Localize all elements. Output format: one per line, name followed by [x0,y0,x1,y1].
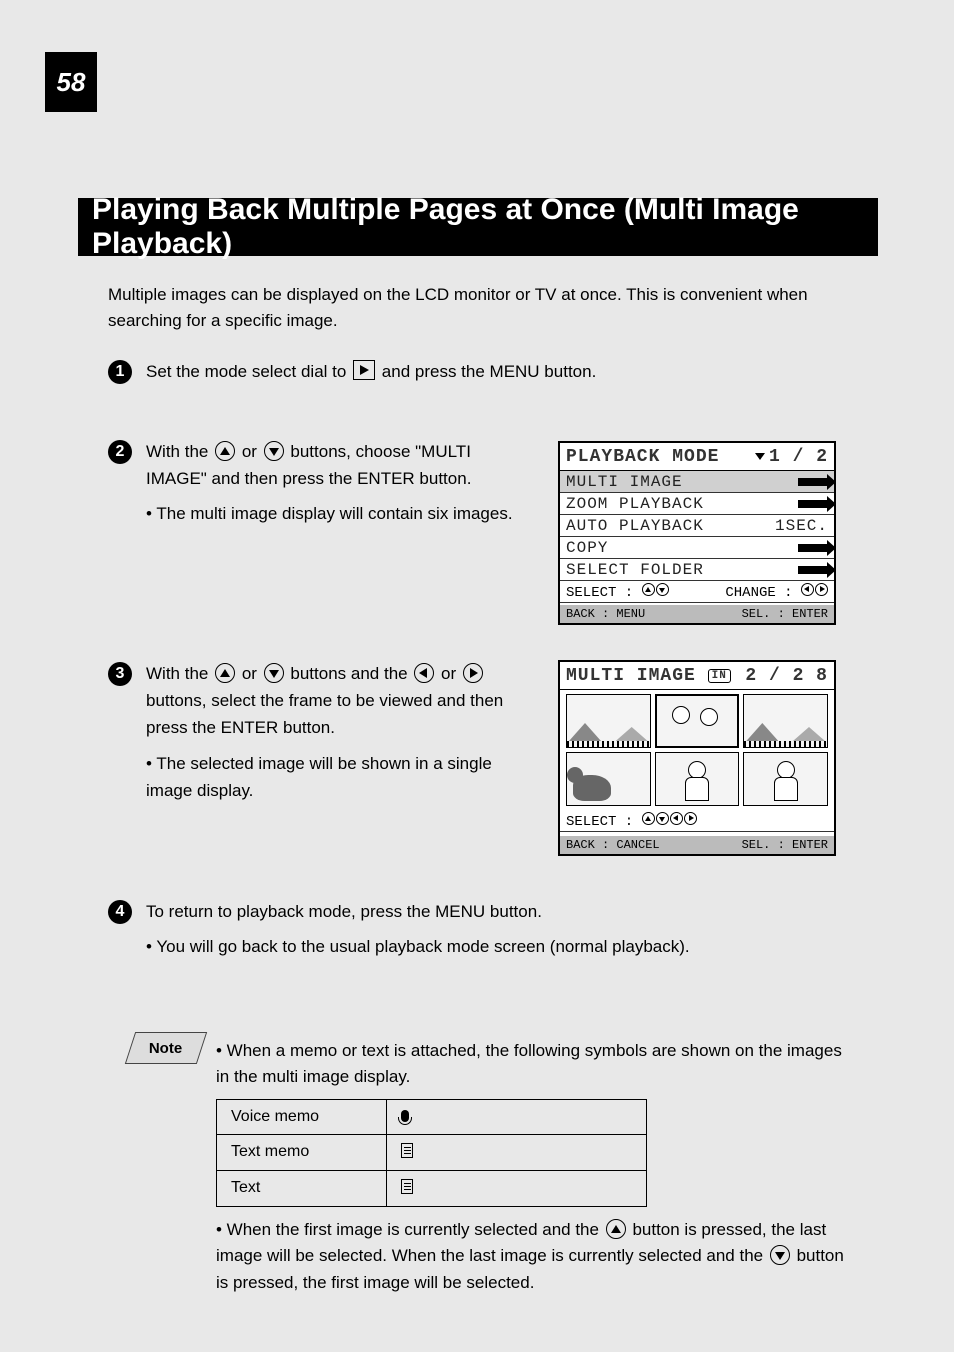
step-1-text-b: and press the MENU button. [382,362,597,381]
symbol-cell [387,1135,647,1171]
step-1-text-a: Set the mode select dial to [146,362,351,381]
symbol-cell [387,1171,647,1207]
symbol-label: Voice memo [217,1099,387,1135]
thumbnail-2-selected [655,694,740,748]
step-4-body: To return to playback mode, press the ME… [146,898,876,960]
up-arrow-icon [215,663,235,683]
table-row: Voice memo [217,1099,647,1135]
doc-icon [401,1179,413,1194]
mini-right-icon [684,812,697,825]
submenu-arrow-icon [798,478,828,486]
down-arrow-icon [264,663,284,683]
table-row: Text memo [217,1135,647,1171]
thumbnail-grid [560,690,834,810]
step-2-bullet: • The multi image display will contain s… [146,504,513,523]
lcd1-row-copy: COPY [560,537,834,559]
down-arrow-icon [264,441,284,461]
section-title-bar: Playing Back Multiple Pages at Once (Mul… [78,198,878,256]
section-title: Playing Back Multiple Pages at Once (Mul… [92,193,878,261]
mini-left-icon [801,583,814,596]
step-badge-3: 3 [108,662,132,686]
step-badge-2: 2 [108,440,132,464]
lcd1-row-select-folder: SELECT FOLDER [560,559,834,581]
down-arrow-icon [770,1245,790,1265]
page-number: 58 [45,52,97,112]
thumbnail-5 [655,752,740,806]
lcd2-header: MULTI IMAGE IN 2 / 2 8 [560,662,834,690]
lcd1-title: PLAYBACK MODE [566,447,719,467]
step-3-body: With the or buttons and the or buttons, … [146,660,536,804]
lcd1-row-multi-image: MULTI IMAGE [560,471,834,493]
lcd1-row-zoom: ZOOM PLAYBACK [560,493,834,515]
note-label: Note [149,1040,182,1057]
lcd2-title: MULTI IMAGE [566,666,696,686]
lcd1-nav: SELECT : CHANGE : [560,581,834,603]
mini-left-icon [670,812,683,825]
left-arrow-icon [414,663,434,683]
step-2-body: With the or buttons, choose "MULTI IMAGE… [146,438,536,528]
lcd1-footer: BACK : MENU SEL. : ENTER [560,605,834,623]
step-3: 3 With the or buttons and the or buttons… [108,660,536,804]
step-4: 4 To return to playback mode, press the … [108,898,876,960]
note-tail: • When the first image is currently sele… [216,1217,856,1296]
lcd2-footer: BACK : CANCEL SEL. : ENTER [560,836,834,854]
step-4-text: To return to playback mode, press the ME… [146,902,542,921]
step-3-text-c: buttons, select the frame to be viewed a… [146,691,503,737]
submenu-arrow-icon [798,566,828,574]
up-arrow-icon [606,1219,626,1239]
mini-down-icon [656,812,669,825]
memory-in-badge: IN [708,669,731,683]
step-1: 1 Set the mode select dial to and press … [108,358,876,385]
note-lead: • When a memo or text is attached, the f… [216,1038,856,1091]
note-badge: Note [125,1032,207,1064]
lcd2-nav: SELECT : [560,810,834,832]
thumbnail-4 [566,752,651,806]
lcd1-row-auto: AUTO PLAYBACK 1SEC. [560,515,834,537]
step-1-body: Set the mode select dial to and press th… [146,358,876,385]
step-badge-1: 1 [108,360,132,384]
step-2: 2 With the or buttons, choose "MULTI IMA… [108,438,536,528]
mini-down-icon [656,583,669,596]
note-body: • When a memo or text is attached, the f… [216,1038,856,1296]
thumbnail-3 [743,694,828,748]
lcd-multi-image: MULTI IMAGE IN 2 / 2 8 SELECT : [558,660,836,856]
intro-paragraph: Multiple images can be displayed on the … [108,282,848,335]
lcd1-page: 1 / 2 [755,447,828,467]
symbol-cell [387,1099,647,1135]
thumbnail-1 [566,694,651,748]
lcd2-page: 2 / 2 8 [745,666,828,686]
submenu-arrow-icon [798,500,828,508]
table-row: Text [217,1171,647,1207]
thumbnail-6 [743,752,828,806]
page-down-indicator-icon [755,453,765,460]
step-4-bullet: • You will go back to the usual playback… [146,937,690,956]
symbol-table: Voice memo Text memo Text [216,1099,647,1207]
right-arrow-icon [463,663,483,683]
step-2-text-a: With the [146,442,213,461]
playback-mode-icon [353,360,375,380]
step-3-text-a: With the [146,664,213,683]
step-3-text-b: buttons and the [290,664,412,683]
symbol-label: Text memo [217,1135,387,1171]
step-badge-4: 4 [108,900,132,924]
mini-right-icon [815,583,828,596]
mini-up-icon [642,812,655,825]
symbol-label: Text [217,1171,387,1207]
step-3-bullet: • The selected image will be shown in a … [146,754,492,800]
doc-icon [401,1143,413,1158]
submenu-arrow-icon [798,544,828,552]
lcd-playback-menu: PLAYBACK MODE 1 / 2 MULTI IMAGE ZOOM PLA… [558,441,836,625]
lcd1-header: PLAYBACK MODE 1 / 2 [560,443,834,471]
mini-up-icon [642,583,655,596]
up-arrow-icon [215,441,235,461]
mic-icon [401,1108,412,1125]
